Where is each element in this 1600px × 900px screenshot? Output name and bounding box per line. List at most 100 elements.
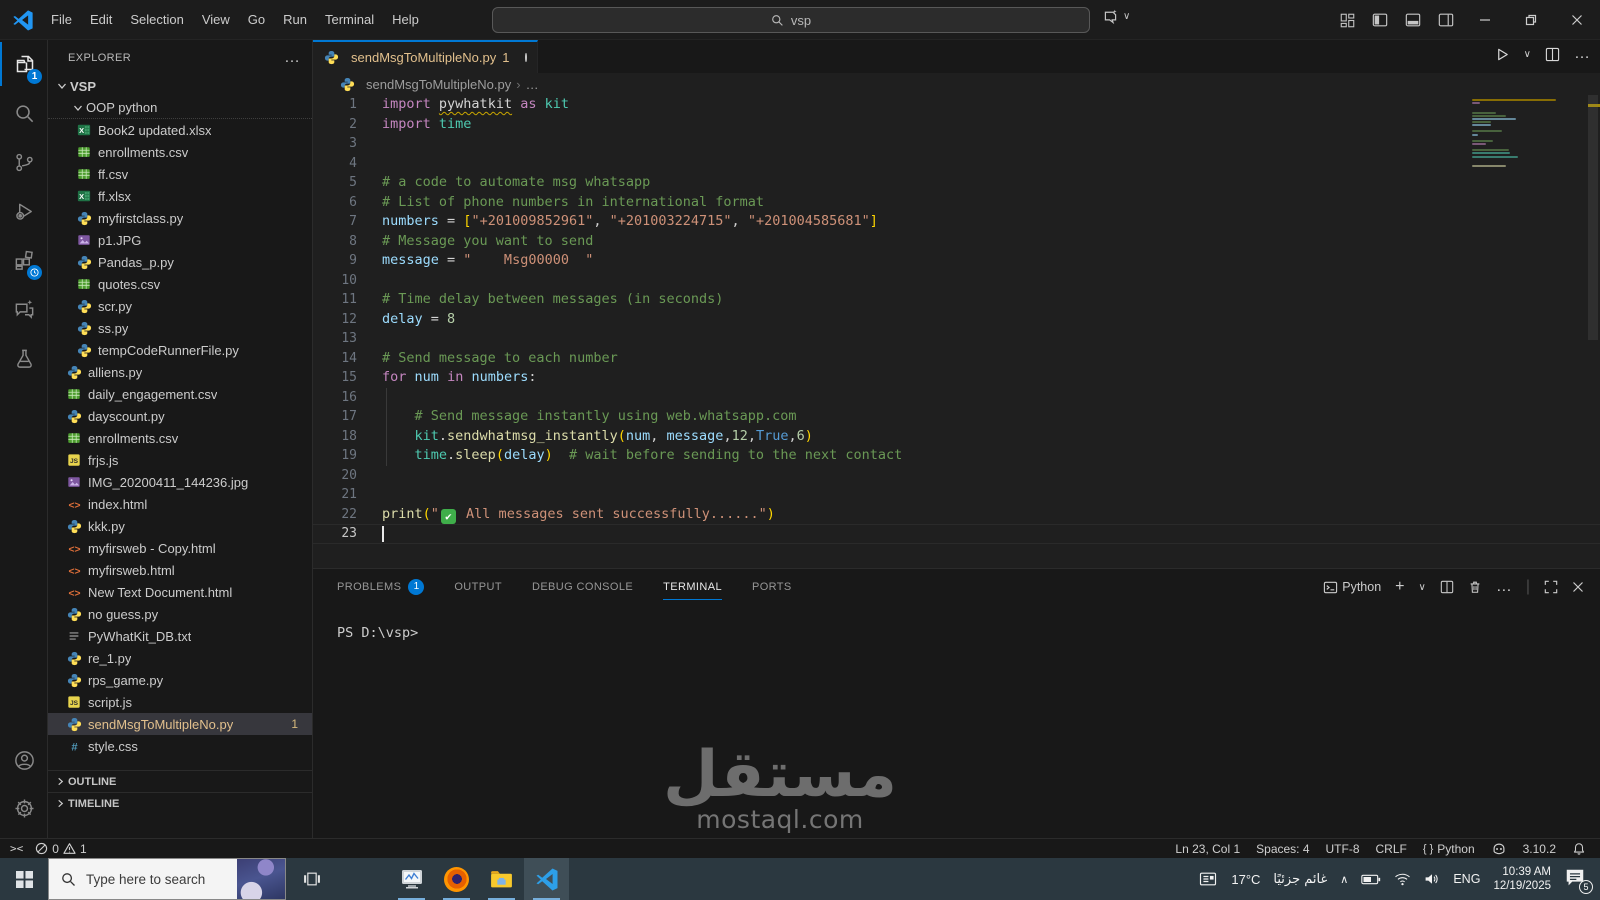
activity-explorer[interactable]: 1 [0,42,48,86]
breadcrumb-more[interactable]: … [526,77,539,92]
taskbar-app-task-manager[interactable] [389,858,434,900]
file-index.html[interactable]: <> index.html [48,493,312,515]
panel-tab-problems[interactable]: PROBLEMS 1 [337,569,425,605]
file-pandas-p.py[interactable]: Pandas_p.py [48,251,312,273]
menu-go[interactable]: Go [239,0,274,40]
file-img-20200411-144236.jpg[interactable]: IMG_20200411_144236.jpg [48,471,312,493]
close-panel-icon[interactable] [1572,581,1584,593]
toggle-panel-icon[interactable] [1405,12,1421,28]
notification-center-icon[interactable]: 5 [1564,867,1593,894]
code-line-4[interactable]: 4 [313,154,1600,174]
file-myfirstclass.py[interactable]: myfirstclass.py [48,207,312,229]
folder-vsp[interactable]: VSP [48,75,312,97]
menu-selection[interactable]: Selection [121,0,192,40]
tray-weather-text[interactable]: غائم جزئيًا [1273,872,1327,887]
file-kkk.py[interactable]: kkk.py [48,515,312,537]
python-version[interactable]: 3.10.2 [1523,842,1556,856]
panel-tab-ports[interactable]: PORTS [752,569,792,605]
file-dayscount.py[interactable]: dayscount.py [48,405,312,427]
file-tempcoderunnerfile.py[interactable]: tempCodeRunnerFile.py [48,339,312,361]
taskbar-search-input[interactable]: Type here to search [48,858,286,900]
battery-icon[interactable] [1361,873,1381,886]
news-widget-icon[interactable] [1198,869,1218,889]
code-editor[interactable]: 1 import pywhatkit as kit 2 import time 3 4 5 #… [313,95,1600,568]
tray-clock[interactable]: 10:39 AM 12/19/2025 [1493,865,1551,894]
remote-indicator[interactable]: >< [10,842,23,855]
command-center-search[interactable]: vsp [492,7,1090,33]
unsaved-dot-icon[interactable] [525,53,527,62]
tray-chevron-up-icon[interactable]: ∧ [1340,873,1348,886]
code-line-6[interactable]: 6 # List of phone numbers in internationa… [313,193,1600,213]
terminal-profile[interactable]: Python [1323,580,1381,595]
file-frjs.js[interactable]: JS frjs.js [48,449,312,471]
code-line-15[interactable]: 15 for num in numbers: [313,368,1600,388]
file-ss.py[interactable]: ss.py [48,317,312,339]
panel-tab-debug-console[interactable]: DEBUG CONSOLE [532,569,633,605]
panel-more-icon[interactable]: … [1496,578,1512,596]
file-script.js[interactable]: JS script.js [48,691,312,713]
folder-oop-python[interactable]: OOP python [48,97,312,119]
code-line-5[interactable]: 5 # a code to automate msg whatsapp [313,173,1600,193]
menu-terminal[interactable]: Terminal [316,0,383,40]
volume-icon[interactable] [1424,872,1440,886]
terminal-dropdown-icon[interactable]: ∨ [1419,582,1426,593]
file-book2-updated.xlsx[interactable]: X Book2 updated.xlsx [48,119,312,141]
breadcrumb-file[interactable]: sendMsgToMultipleNo.py [366,77,511,92]
menu-help[interactable]: Help [383,0,428,40]
file-style.css[interactable]: # style.css [48,735,312,757]
code-line-9[interactable]: 9 message = " Msg00000 " [313,251,1600,271]
taskbar-app-vscode[interactable] [524,858,569,900]
split-terminal-icon[interactable] [1440,580,1454,594]
code-line-11[interactable]: 11 # Time delay between messages (in seco… [313,290,1600,310]
file-scr.py[interactable]: scr.py [48,295,312,317]
timeline-section[interactable]: TIMELINE [48,792,312,814]
tray-language[interactable]: ENG [1453,872,1480,886]
toggle-primary-sidebar-icon[interactable] [1372,12,1388,28]
code-line-1[interactable]: 1 import pywhatkit as kit [313,95,1600,115]
code-line-22[interactable]: 22 print(" ✔ All messages sent successfull… [313,505,1600,525]
code-line-16[interactable]: 16 [313,387,1600,407]
file-new-text-document.html[interactable]: <> New Text Document.html [48,581,312,603]
file-ff.csv[interactable]: ff.csv [48,163,312,185]
eol-sequence[interactable]: CRLF [1376,842,1407,856]
activity-search[interactable] [0,91,48,135]
customize-layout-icon[interactable] [1340,13,1355,28]
code-line-10[interactable]: 10 [313,271,1600,291]
code-line-2[interactable]: 2 import time [313,115,1600,135]
menu-run[interactable]: Run [274,0,316,40]
activity-source-control[interactable] [0,140,48,184]
minimap[interactable] [1472,99,1556,171]
menu-file[interactable]: File [42,0,81,40]
file-rps-game.py[interactable]: rps_game.py [48,669,312,691]
activity-testing[interactable] [0,336,48,380]
code-line-19[interactable]: 19 time.sleep(delay) # wait before sendi… [313,446,1600,466]
minimize-button[interactable] [1462,0,1508,40]
outline-section[interactable]: OUTLINE [48,770,312,792]
file-no-guess.py[interactable]: no guess.py [48,603,312,625]
code-line-7[interactable]: 7 numbers = ["+201009852961", "+201003224… [313,212,1600,232]
code-line-12[interactable]: 12 delay = 8 [313,310,1600,330]
copilot-status-icon[interactable] [1491,841,1507,857]
kill-terminal-icon[interactable] [1468,580,1482,594]
file-sendmsgtomultipleno.py[interactable]: sendMsgToMultipleNo.py 1 [48,713,312,735]
code-line-18[interactable]: 18 kit.sendwhatmsg_instantly(num, messag… [313,426,1600,446]
start-button[interactable] [0,858,48,900]
menu-view[interactable]: View [193,0,239,40]
taskbar-app-file-explorer[interactable] [479,858,524,900]
panel-tab-terminal[interactable]: TERMINAL [663,569,722,605]
menu-edit[interactable]: Edit [81,0,121,40]
code-line-17[interactable]: 17 # Send message instantly using web.wh… [313,407,1600,427]
restore-button[interactable] [1508,0,1554,40]
activity-account[interactable] [0,738,48,782]
more-actions-icon[interactable]: … [1574,45,1590,63]
taskbar-app-firefox[interactable] [434,858,479,900]
notifications-bell-icon[interactable] [1572,842,1586,856]
code-line-21[interactable]: 21 [313,485,1600,505]
code-line-20[interactable]: 20 [313,466,1600,486]
close-button[interactable] [1554,0,1600,40]
activity-run-debug[interactable] [0,189,48,233]
split-editor-icon[interactable] [1545,47,1560,62]
file-quotes.csv[interactable]: quotes.csv [48,273,312,295]
file-pywhatkit-db.txt[interactable]: PyWhatKit_DB.txt [48,625,312,647]
explorer-more-icon[interactable]: … [284,49,300,67]
